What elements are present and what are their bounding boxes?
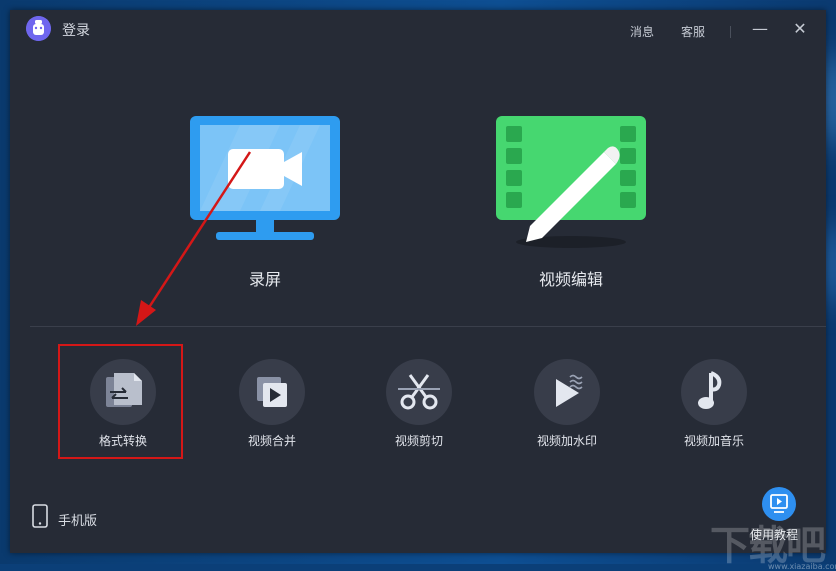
annotation-arrow <box>136 151 252 326</box>
